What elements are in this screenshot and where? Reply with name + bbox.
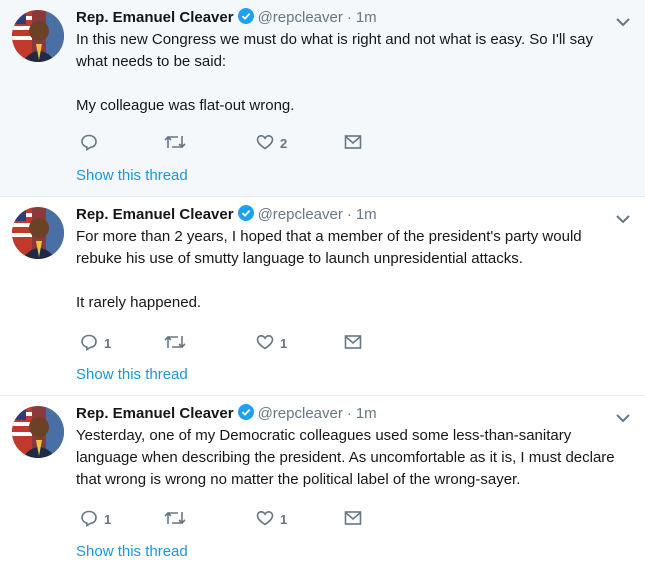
reply-icon bbox=[80, 509, 98, 530]
like-button[interactable]: 1 bbox=[256, 508, 287, 530]
tweet-line: It rarely happened. bbox=[76, 294, 202, 311]
like-icon bbox=[256, 333, 274, 354]
retweet-button[interactable] bbox=[164, 132, 192, 154]
retweet-button[interactable] bbox=[164, 508, 192, 530]
tweet-line: language when describing the president. … bbox=[76, 449, 615, 466]
tweet-line: My colleague was flat-out wrong. bbox=[76, 97, 295, 114]
like-button[interactable]: 1 bbox=[256, 332, 287, 354]
reply-button[interactable]: 1 bbox=[80, 332, 111, 354]
retweet-icon bbox=[164, 509, 186, 530]
direct-message-icon bbox=[344, 510, 362, 529]
show-thread-link[interactable]: Show this thread bbox=[76, 543, 188, 560]
like-count: 2 bbox=[280, 135, 288, 151]
verified-badge-icon bbox=[237, 404, 254, 426]
direct-message-icon bbox=[344, 134, 362, 153]
verified-badge-icon bbox=[237, 205, 254, 227]
tweet-line bbox=[76, 270, 631, 292]
reply-icon bbox=[80, 333, 98, 354]
timestamp[interactable]: 1m bbox=[356, 405, 377, 422]
tweet-line bbox=[76, 73, 631, 95]
avatar[interactable] bbox=[12, 10, 64, 62]
verified-badge-icon bbox=[237, 8, 254, 30]
reply-count: 1 bbox=[104, 511, 112, 527]
reply-count: 1 bbox=[104, 335, 112, 351]
tweet-line: rebuke his use of smutty language to lau… bbox=[76, 250, 523, 267]
separator-dot: · bbox=[346, 9, 352, 26]
reply-button[interactable] bbox=[80, 132, 104, 154]
tweet-line: what needs to be said: bbox=[76, 53, 227, 70]
reply-icon bbox=[80, 133, 98, 154]
direct-message-button[interactable] bbox=[344, 508, 362, 530]
avatar[interactable] bbox=[12, 207, 64, 259]
separator-dot: · bbox=[346, 206, 352, 223]
author-handle[interactable]: @repcleaver bbox=[258, 206, 343, 223]
author-handle[interactable]: @repcleaver bbox=[258, 9, 343, 26]
retweet-icon bbox=[164, 133, 186, 154]
reply-button[interactable]: 1 bbox=[80, 508, 111, 530]
like-count: 1 bbox=[280, 335, 288, 351]
tweet-line: Yesterday, one of my Democratic colleagu… bbox=[76, 427, 572, 444]
timestamp[interactable]: 1m bbox=[356, 206, 377, 223]
tweet-line: that wrong is wrong no matter the politi… bbox=[76, 471, 521, 488]
tweet-text: In this new Congress we must do what is … bbox=[76, 29, 631, 117]
like-count: 1 bbox=[280, 511, 288, 527]
separator-dot: · bbox=[346, 405, 352, 422]
tweet-text: For more than 2 years, I hoped that a me… bbox=[76, 226, 631, 314]
author-name[interactable]: Rep. Emanuel Cleaver bbox=[76, 9, 234, 26]
avatar[interactable] bbox=[12, 406, 64, 458]
tweet-3[interactable]: Rep. Emanuel Cleaver @repcleaver · 1m Yeste… bbox=[0, 396, 645, 569]
like-button[interactable]: 2 bbox=[256, 132, 287, 154]
retweet-button[interactable] bbox=[164, 332, 192, 354]
direct-message-icon bbox=[344, 334, 362, 353]
show-thread-link[interactable]: Show this thread bbox=[76, 366, 188, 383]
like-icon bbox=[256, 133, 274, 154]
timestamp[interactable]: 1m bbox=[356, 9, 377, 26]
tweet-2[interactable]: Rep. Emanuel Cleaver @repcleaver · 1m For m… bbox=[0, 197, 645, 396]
author-handle[interactable]: @repcleaver bbox=[258, 405, 343, 422]
author-name[interactable]: Rep. Emanuel Cleaver bbox=[76, 405, 234, 422]
retweet-icon bbox=[164, 333, 186, 354]
author-name[interactable]: Rep. Emanuel Cleaver bbox=[76, 206, 234, 223]
like-icon bbox=[256, 509, 274, 530]
tweet-text: Yesterday, one of my Democratic colleagu… bbox=[76, 425, 631, 491]
direct-message-button[interactable] bbox=[344, 332, 362, 354]
direct-message-button[interactable] bbox=[344, 132, 362, 154]
tweet-line: In this new Congress we must do what is … bbox=[76, 31, 593, 48]
tweet-line: For more than 2 years, I hoped that a me… bbox=[76, 228, 582, 245]
tweet-1[interactable]: Rep. Emanuel Cleaver @repcleaver · 1m In th… bbox=[0, 0, 645, 197]
show-thread-link[interactable]: Show this thread bbox=[76, 167, 188, 184]
